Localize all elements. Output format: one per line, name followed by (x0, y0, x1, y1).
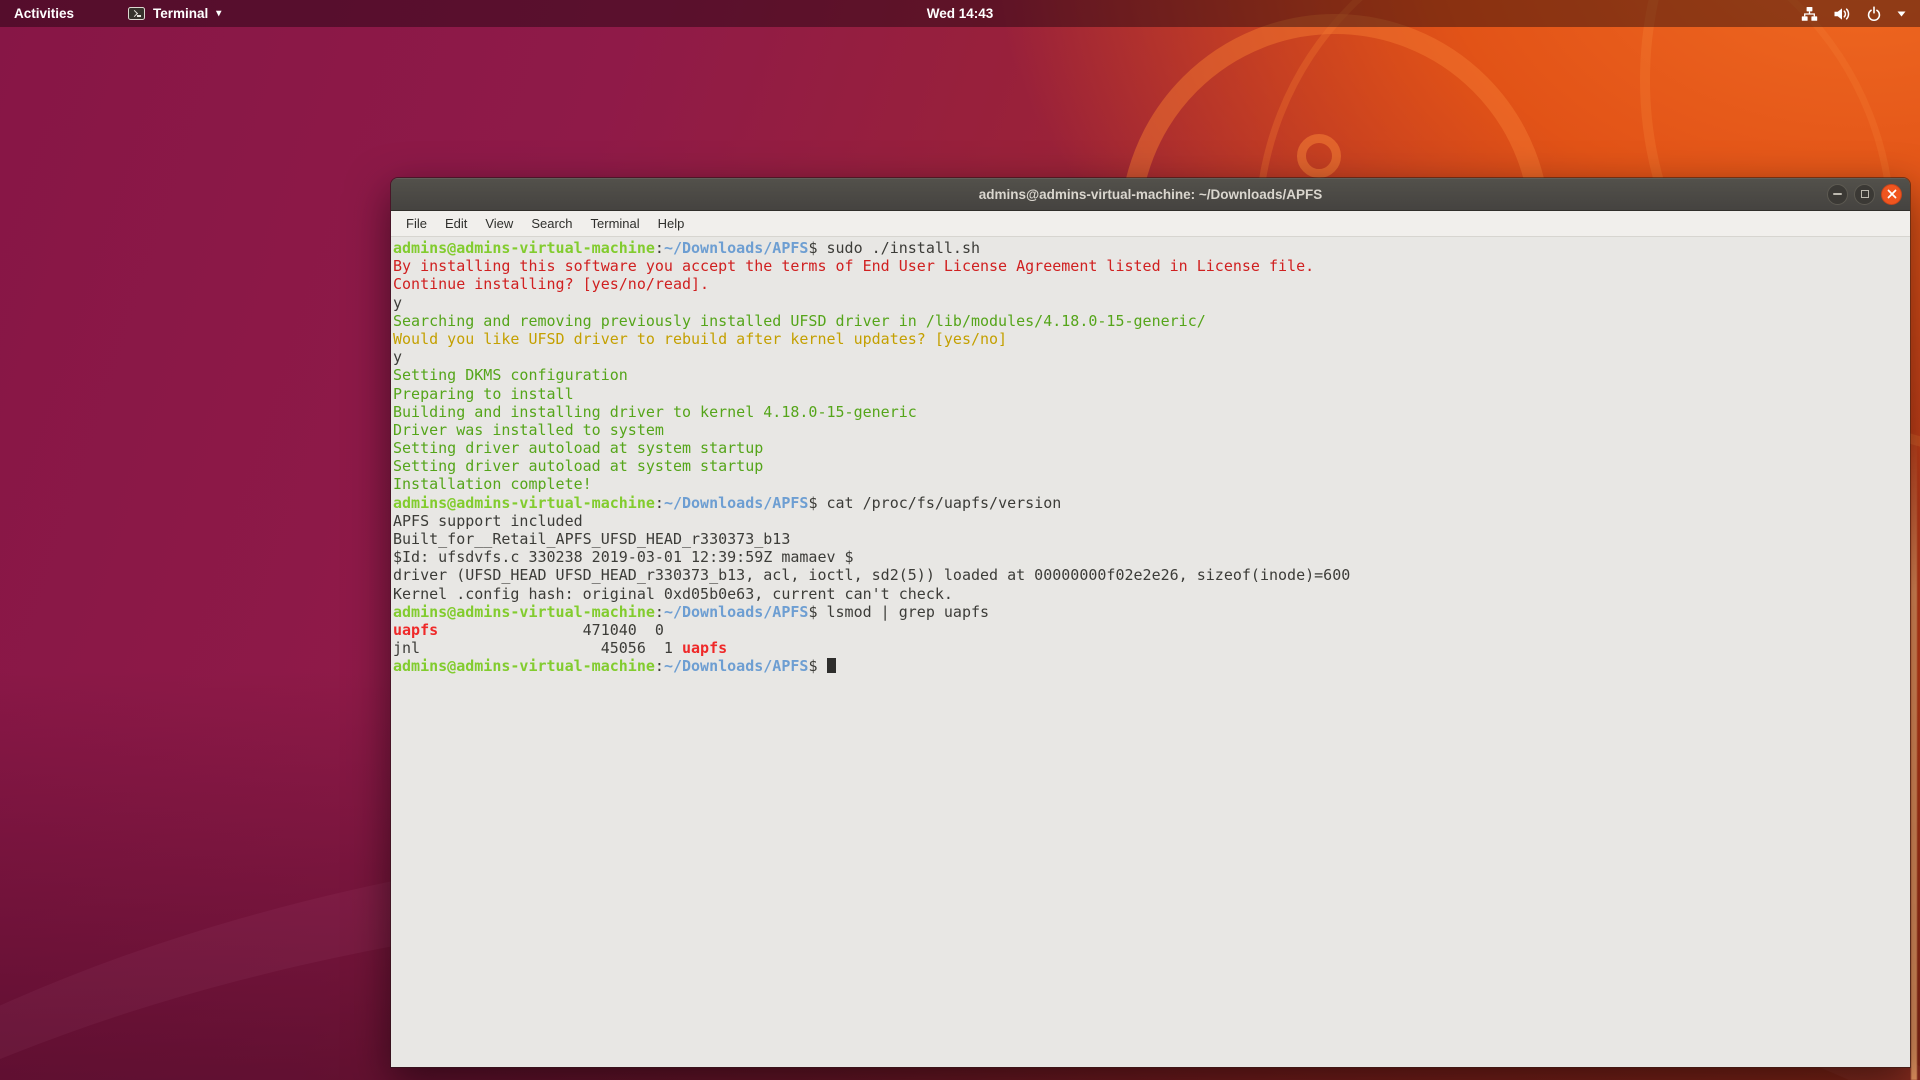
terminal-text-segment: : (654, 239, 664, 257)
minimize-icon (1833, 193, 1842, 195)
terminal-text-segment: admins@admins-virtual-machine (393, 493, 655, 512)
terminal-line: By installing this software you accept t… (393, 257, 1910, 275)
app-menu-label: Terminal (153, 6, 209, 21)
terminal-line: driver (UFSD_HEAD UFSD_HEAD_r330373_b13,… (393, 566, 1910, 584)
terminal-text-segment: Setting driver autoload at system startu… (393, 439, 764, 458)
terminal-line: $Id: ufsdvfs.c 330238 2019-03-01 12:39:5… (393, 548, 1910, 566)
terminal-text-segment: ~/Downloads/APFS (663, 493, 809, 512)
terminal-line: APFS support included (393, 512, 1910, 530)
terminal-text-segment: uapfs (681, 639, 728, 658)
activities-button[interactable]: Activities (0, 0, 88, 27)
terminal-text-segment: Searching and removing previously instal… (393, 311, 1206, 330)
terminal-text-segment: y (393, 293, 403, 312)
wallpaper-art-ring (1297, 134, 1341, 178)
maximize-icon (1860, 190, 1869, 198)
terminal-text-segment: $ (808, 657, 827, 676)
volume-icon (1834, 7, 1850, 20)
terminal-line: Kernel .config hash: original 0xd05b0e63… (393, 585, 1910, 603)
terminal-line: Setting DKMS configuration (393, 366, 1910, 384)
terminal-text-segment: admins@admins-virtual-machine (393, 602, 655, 621)
terminal-text-segment: admins@admins-virtual-machine (393, 657, 655, 676)
terminal-text-segment: admins@admins-virtual-machine (393, 239, 655, 257)
maximize-button[interactable] (1854, 183, 1875, 205)
menu-file[interactable]: File (397, 211, 436, 236)
window-titlebar[interactable]: admins@admins-virtual-machine: ~/Downloa… (391, 178, 1910, 211)
terminal-text-segment: 471040 0 (438, 620, 664, 639)
menu-terminal[interactable]: Terminal (582, 211, 649, 236)
terminal-line: Continue installing? [yes/no/read]. (393, 275, 1910, 293)
window-title: admins@admins-virtual-machine: ~/Downloa… (978, 186, 1323, 202)
terminal-text-segment: : (654, 493, 664, 512)
terminal-text-segment: Setting driver autoload at system startu… (393, 457, 764, 476)
terminal-text-segment: APFS support included (393, 511, 583, 530)
terminal-line: Installation complete! (393, 475, 1910, 493)
close-button[interactable] (1881, 183, 1902, 205)
menu-view[interactable]: View (476, 211, 522, 236)
terminal-text-segment: Built_for__Retail_APFS_UFSD_HEAD_r330373… (393, 530, 791, 548)
network-wired-icon (1801, 6, 1818, 21)
terminal-text-segment: ~/Downloads/APFS (663, 657, 809, 676)
app-menu-button[interactable]: Terminal ▾ (114, 0, 235, 27)
terminal-text-segment: Would you like UFSD driver to rebuild af… (393, 329, 1008, 348)
terminal-text-segment: Preparing to install (393, 384, 574, 403)
terminal-screen[interactable]: admins@admins-virtual-machine:~/Download… (391, 237, 1910, 1067)
terminal-line: Preparing to install (393, 385, 1910, 403)
top-bar: Activities Terminal ▾ Wed 14:43 (0, 0, 1920, 27)
terminal-text-segment: Kernel .config hash: original 0xd05b0e63… (393, 584, 953, 603)
terminal-line: Driver was installed to system (393, 421, 1910, 439)
terminal-line: admins@admins-virtual-machine:~/Download… (393, 239, 1910, 257)
terminal-text-segment: jnl 45056 1 (393, 639, 682, 658)
terminal-app-icon (128, 7, 146, 20)
minimize-button[interactable] (1827, 183, 1848, 205)
system-status-menu-button[interactable] (1787, 0, 1920, 27)
window-controls (1827, 178, 1902, 210)
terminal-line: admins@admins-virtual-machine:~/Download… (393, 603, 1910, 621)
chevron-down-icon: ▾ (216, 7, 222, 19)
terminal-text-segment: Installation complete! (393, 475, 592, 494)
menu-help[interactable]: Help (649, 211, 694, 236)
terminal-text-segment: ~/Downloads/APFS (663, 239, 809, 257)
terminal-text-segment: uapfs (393, 620, 439, 639)
terminal-line: Built_for__Retail_APFS_UFSD_HEAD_r330373… (393, 530, 1910, 548)
terminal-text-segment: $ sudo ./install.sh (808, 239, 981, 257)
terminal-text-segment: $ lsmod | grep uapfs (808, 602, 990, 621)
terminal-text-segment: $Id: ufsdvfs.c 330238 2019-03-01 12:39:5… (393, 548, 854, 567)
wallpaper-art-band (1911, 430, 1917, 1080)
close-icon (1887, 189, 1896, 199)
terminal-text-segment: Continue installing? [yes/no/read]. (393, 275, 710, 294)
chevron-down-icon (1897, 11, 1906, 16)
terminal-menubar: File Edit View Search Terminal Help (391, 211, 1910, 237)
clock-label: Wed 14:43 (926, 6, 994, 21)
terminal-text-segment: $ cat /proc/fs/uapfs/version (808, 493, 1062, 512)
terminal-text-segment: Setting DKMS configuration (393, 366, 628, 385)
terminal-line: admins@admins-virtual-machine:~/Download… (393, 494, 1910, 512)
terminal-line: Would you like UFSD driver to rebuild af… (393, 330, 1910, 348)
terminal-text-segment: : (654, 602, 664, 621)
terminal-line: Searching and removing previously instal… (393, 312, 1910, 330)
terminal-line: Setting driver autoload at system startu… (393, 439, 1910, 457)
terminal-text-segment: ~/Downloads/APFS (663, 602, 809, 621)
terminal-text-segment: driver (UFSD_HEAD UFSD_HEAD_r330373_b13,… (393, 566, 1351, 585)
terminal-window: admins@admins-virtual-machine: ~/Downloa… (390, 177, 1911, 1068)
terminal-text-segment: : (654, 657, 664, 676)
power-icon (1867, 5, 1881, 21)
terminal-text-segment: y (393, 348, 403, 367)
menu-edit[interactable]: Edit (436, 211, 476, 236)
menu-search[interactable]: Search (522, 211, 581, 236)
activities-label: Activities (14, 6, 75, 21)
terminal-text-segment: Building and installing driver to kernel… (393, 402, 917, 421)
desktop: Activities Terminal ▾ Wed 14:43 admins@a… (0, 0, 1920, 1080)
terminal-line: y (393, 294, 1910, 312)
terminal-line: uapfs 471040 0 (393, 621, 1910, 639)
terminal-text-segment: By installing this software you accept t… (393, 257, 1315, 276)
terminal-line: y (393, 348, 1910, 366)
terminal-line: Setting driver autoload at system startu… (393, 457, 1910, 475)
terminal-line: Building and installing driver to kernel… (393, 403, 1910, 421)
terminal-line: jnl 45056 1 uapfs (393, 639, 1910, 657)
terminal-cursor (826, 658, 836, 674)
terminal-line: admins@admins-virtual-machine:~/Download… (393, 657, 1910, 675)
terminal-text-segment: Driver was installed to system (393, 420, 664, 439)
clock-button[interactable]: Wed 14:43 (917, 0, 1004, 27)
